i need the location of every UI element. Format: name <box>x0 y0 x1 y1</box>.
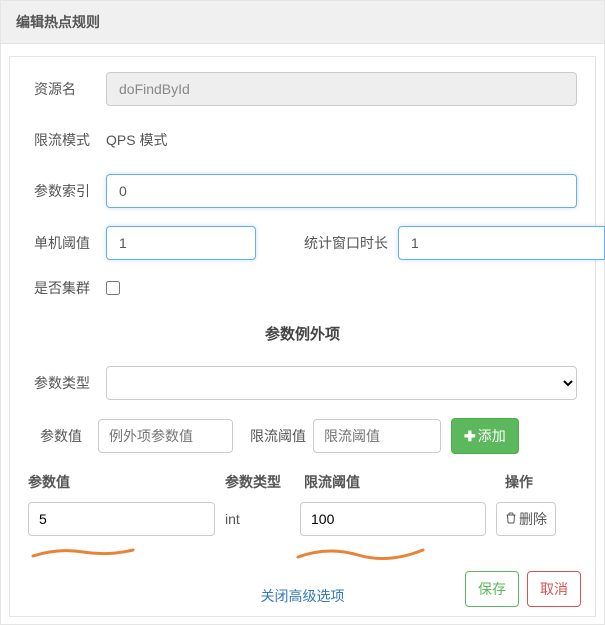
cluster-label: 是否集群 <box>28 278 106 298</box>
threshold-input[interactable] <box>106 226 256 260</box>
th-threshold: 限流阈值 <box>300 472 505 492</box>
window-label: 统计窗口时长 <box>298 233 398 253</box>
save-button[interactable]: 保存 <box>465 571 519 607</box>
exc-threshold-label: 限流阈值 <box>243 426 313 446</box>
exc-param-value-label: 参数值 <box>28 426 98 446</box>
row-threshold-window: 单机阈值 统计窗口时长 秒 <box>28 226 577 260</box>
save-button-label: 保存 <box>478 579 506 599</box>
mode-value: QPS 模式 <box>106 124 167 156</box>
param-type-select[interactable] <box>106 366 577 400</box>
modal-header: 编辑热点规则 <box>1 1 604 44</box>
cancel-button[interactable]: 取消 <box>527 571 581 607</box>
exception-section-title: 参数例外项 <box>28 323 577 344</box>
modal-body: 资源名 限流模式 QPS 模式 参数索引 单机阈值 统计窗口时长 秒 <box>9 56 596 617</box>
cancel-button-label: 取消 <box>540 579 568 599</box>
modal-title: 编辑热点规则 <box>16 12 589 32</box>
threshold-label: 单机阈值 <box>28 233 106 253</box>
param-type-label: 参数类型 <box>28 373 106 393</box>
th-param-type: 参数类型 <box>225 472 300 492</box>
window-input[interactable] <box>398 226 605 260</box>
param-index-input[interactable] <box>106 174 577 208</box>
delete-button[interactable]: 删除 <box>496 502 556 536</box>
row-param-type: 参数类型 <box>28 366 577 400</box>
th-action: 操作 <box>505 472 575 492</box>
edit-hotspot-rule-modal: 编辑热点规则 资源名 限流模式 QPS 模式 参数索引 单机阈值 统计窗口时长 <box>0 0 605 625</box>
plus-icon: ✚ <box>464 428 476 445</box>
table-row: int 删除 <box>28 502 577 536</box>
th-param-value: 参数值 <box>28 472 225 492</box>
delete-button-label: 删除 <box>519 509 547 529</box>
exc-param-value-input[interactable] <box>98 419 233 453</box>
row-param-type: int <box>225 511 300 527</box>
row-mode: 限流模式 QPS 模式 <box>28 124 577 156</box>
add-button[interactable]: ✚ 添加 <box>451 418 519 454</box>
exc-threshold-input[interactable] <box>313 419 441 453</box>
param-index-label: 参数索引 <box>28 181 106 201</box>
row-threshold-input[interactable] <box>300 502 486 536</box>
row-exception-input: 参数值 限流阈值 ✚ 添加 <box>28 418 577 454</box>
mode-label: 限流模式 <box>28 130 106 150</box>
cluster-checkbox[interactable] <box>106 281 120 295</box>
row-resource: 资源名 <box>28 72 577 106</box>
resource-label: 资源名 <box>28 79 106 99</box>
add-button-label: 添加 <box>478 426 506 446</box>
row-param-index: 参数索引 <box>28 174 577 208</box>
trash-icon <box>505 511 517 527</box>
row-cluster: 是否集群 <box>28 278 577 298</box>
row-param-value-input[interactable] <box>28 502 215 536</box>
table-header: 参数值 参数类型 限流阈值 操作 <box>28 472 577 492</box>
modal-footer: 保存 取消 <box>8 561 597 617</box>
resource-input <box>106 72 577 106</box>
